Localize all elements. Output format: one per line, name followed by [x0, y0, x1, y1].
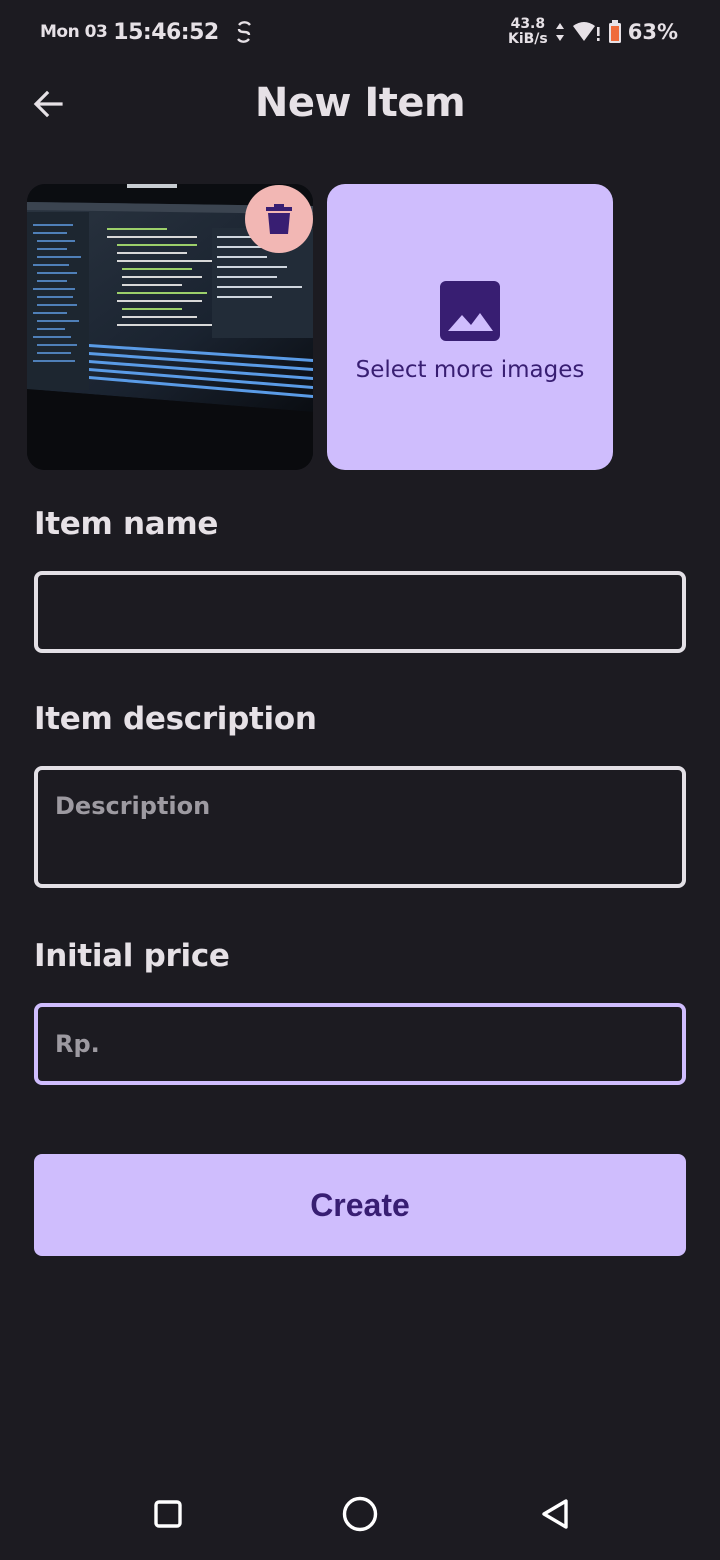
back-nav-button[interactable] — [532, 1492, 576, 1536]
item-name-field[interactable] — [34, 571, 686, 653]
trash-icon — [266, 204, 292, 234]
delete-image-button[interactable] — [245, 185, 313, 253]
battery-percentage: 63% — [627, 20, 678, 44]
data-arrows-icon — [555, 23, 564, 41]
item-description-input[interactable] — [38, 770, 682, 884]
item-description-field[interactable] — [34, 766, 686, 888]
create-button-label: Create — [310, 1186, 410, 1223]
sync-icon — [236, 21, 251, 43]
battery-icon — [608, 20, 621, 43]
recent-apps-button[interactable] — [146, 1492, 190, 1536]
select-more-images-label: Select more images — [355, 357, 585, 383]
circle-icon — [342, 1496, 378, 1532]
initial-price-field[interactable] — [34, 1003, 686, 1085]
image-placeholder-icon — [440, 281, 500, 341]
status-date: Mon 03 — [40, 22, 108, 42]
item-name-input[interactable] — [38, 575, 682, 649]
initial-price-label: Initial price — [34, 938, 230, 974]
network-speed: 43.8 KiB/s — [508, 17, 548, 47]
system-navigation-bar — [0, 1470, 720, 1560]
top-app-bar: New Item — [0, 70, 720, 140]
net-speed-unit: KiB/s — [507, 31, 548, 47]
page-title: New Item — [254, 80, 466, 126]
square-icon — [154, 1500, 182, 1528]
triangle-back-icon — [542, 1499, 568, 1529]
select-more-images-button[interactable]: Select more images — [327, 184, 613, 470]
initial-price-input[interactable] — [38, 1007, 682, 1081]
net-speed-value: 43.8 — [510, 16, 546, 32]
wifi-icon — [572, 22, 600, 41]
create-button[interactable]: Create — [34, 1154, 686, 1256]
status-bar: Mon 03 15:46:52 43.8 KiB/s 63% — [0, 0, 720, 64]
status-left: Mon 03 15:46:52 — [40, 19, 255, 45]
status-right: 43.8 KiB/s 63% — [508, 17, 678, 47]
item-description-label: Item description — [34, 701, 317, 737]
home-button[interactable] — [338, 1492, 382, 1536]
item-name-label: Item name — [34, 506, 219, 542]
status-time: 15:46:52 — [113, 19, 219, 45]
